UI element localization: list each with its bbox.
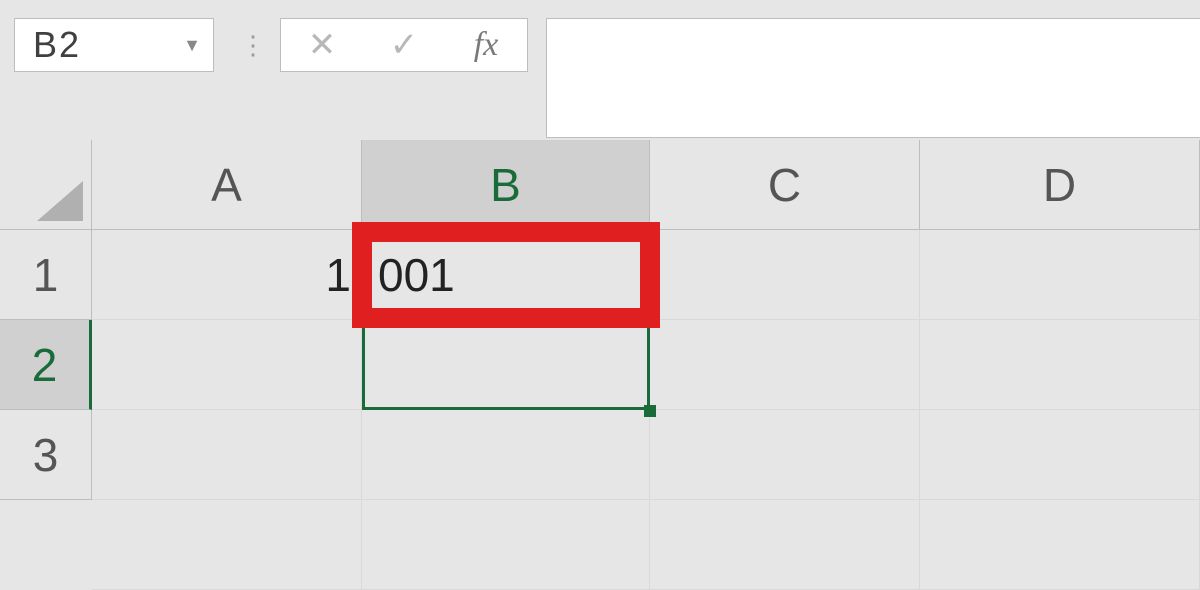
cell-c1[interactable] — [650, 230, 920, 320]
cell-c4[interactable] — [650, 500, 920, 590]
cell-d2[interactable] — [920, 320, 1200, 410]
cell-a4[interactable] — [92, 500, 362, 590]
name-box[interactable]: B2 ▼ — [14, 18, 214, 72]
column-header-a[interactable]: A — [92, 140, 362, 230]
cell-a1[interactable]: 1 — [92, 230, 362, 320]
fx-icon[interactable]: fx — [456, 26, 516, 64]
cell-c2[interactable] — [650, 320, 920, 410]
row-headers: 1 2 3 — [0, 230, 92, 500]
name-box-dropdown-icon[interactable]: ▼ — [183, 35, 201, 56]
column-headers: A B C D — [92, 140, 1200, 230]
fill-handle[interactable] — [644, 405, 656, 417]
select-all-corner[interactable] — [0, 140, 92, 230]
name-box-value: B2 — [33, 24, 81, 66]
cell-a3[interactable] — [92, 410, 362, 500]
formula-bar-buttons: ✕ ✓ fx — [280, 18, 528, 72]
cancel-icon[interactable]: ✕ — [292, 25, 352, 65]
cell-a2[interactable] — [92, 320, 362, 410]
cell-b1[interactable]: 001 — [362, 230, 650, 320]
row-header-1[interactable]: 1 — [0, 230, 92, 320]
column-header-b[interactable]: B — [362, 140, 650, 230]
enter-icon[interactable]: ✓ — [374, 25, 434, 65]
cell-c3[interactable] — [650, 410, 920, 500]
vertical-separator-icon: ⋮ — [240, 30, 262, 61]
row-header-2[interactable]: 2 — [0, 320, 92, 410]
formula-bar-area: B2 ▼ ⋮ ✕ ✓ fx — [0, 0, 1200, 140]
column-header-c[interactable]: C — [650, 140, 920, 230]
cell-b4[interactable] — [362, 500, 650, 590]
cell-b2[interactable] — [362, 320, 650, 410]
cell-d1[interactable] — [920, 230, 1200, 320]
column-header-d[interactable]: D — [920, 140, 1200, 230]
formula-input[interactable] — [546, 18, 1200, 138]
cell-d3[interactable] — [920, 410, 1200, 500]
cell-d4[interactable] — [920, 500, 1200, 590]
row-header-3[interactable]: 3 — [0, 410, 92, 500]
cell-b3[interactable] — [362, 410, 650, 500]
